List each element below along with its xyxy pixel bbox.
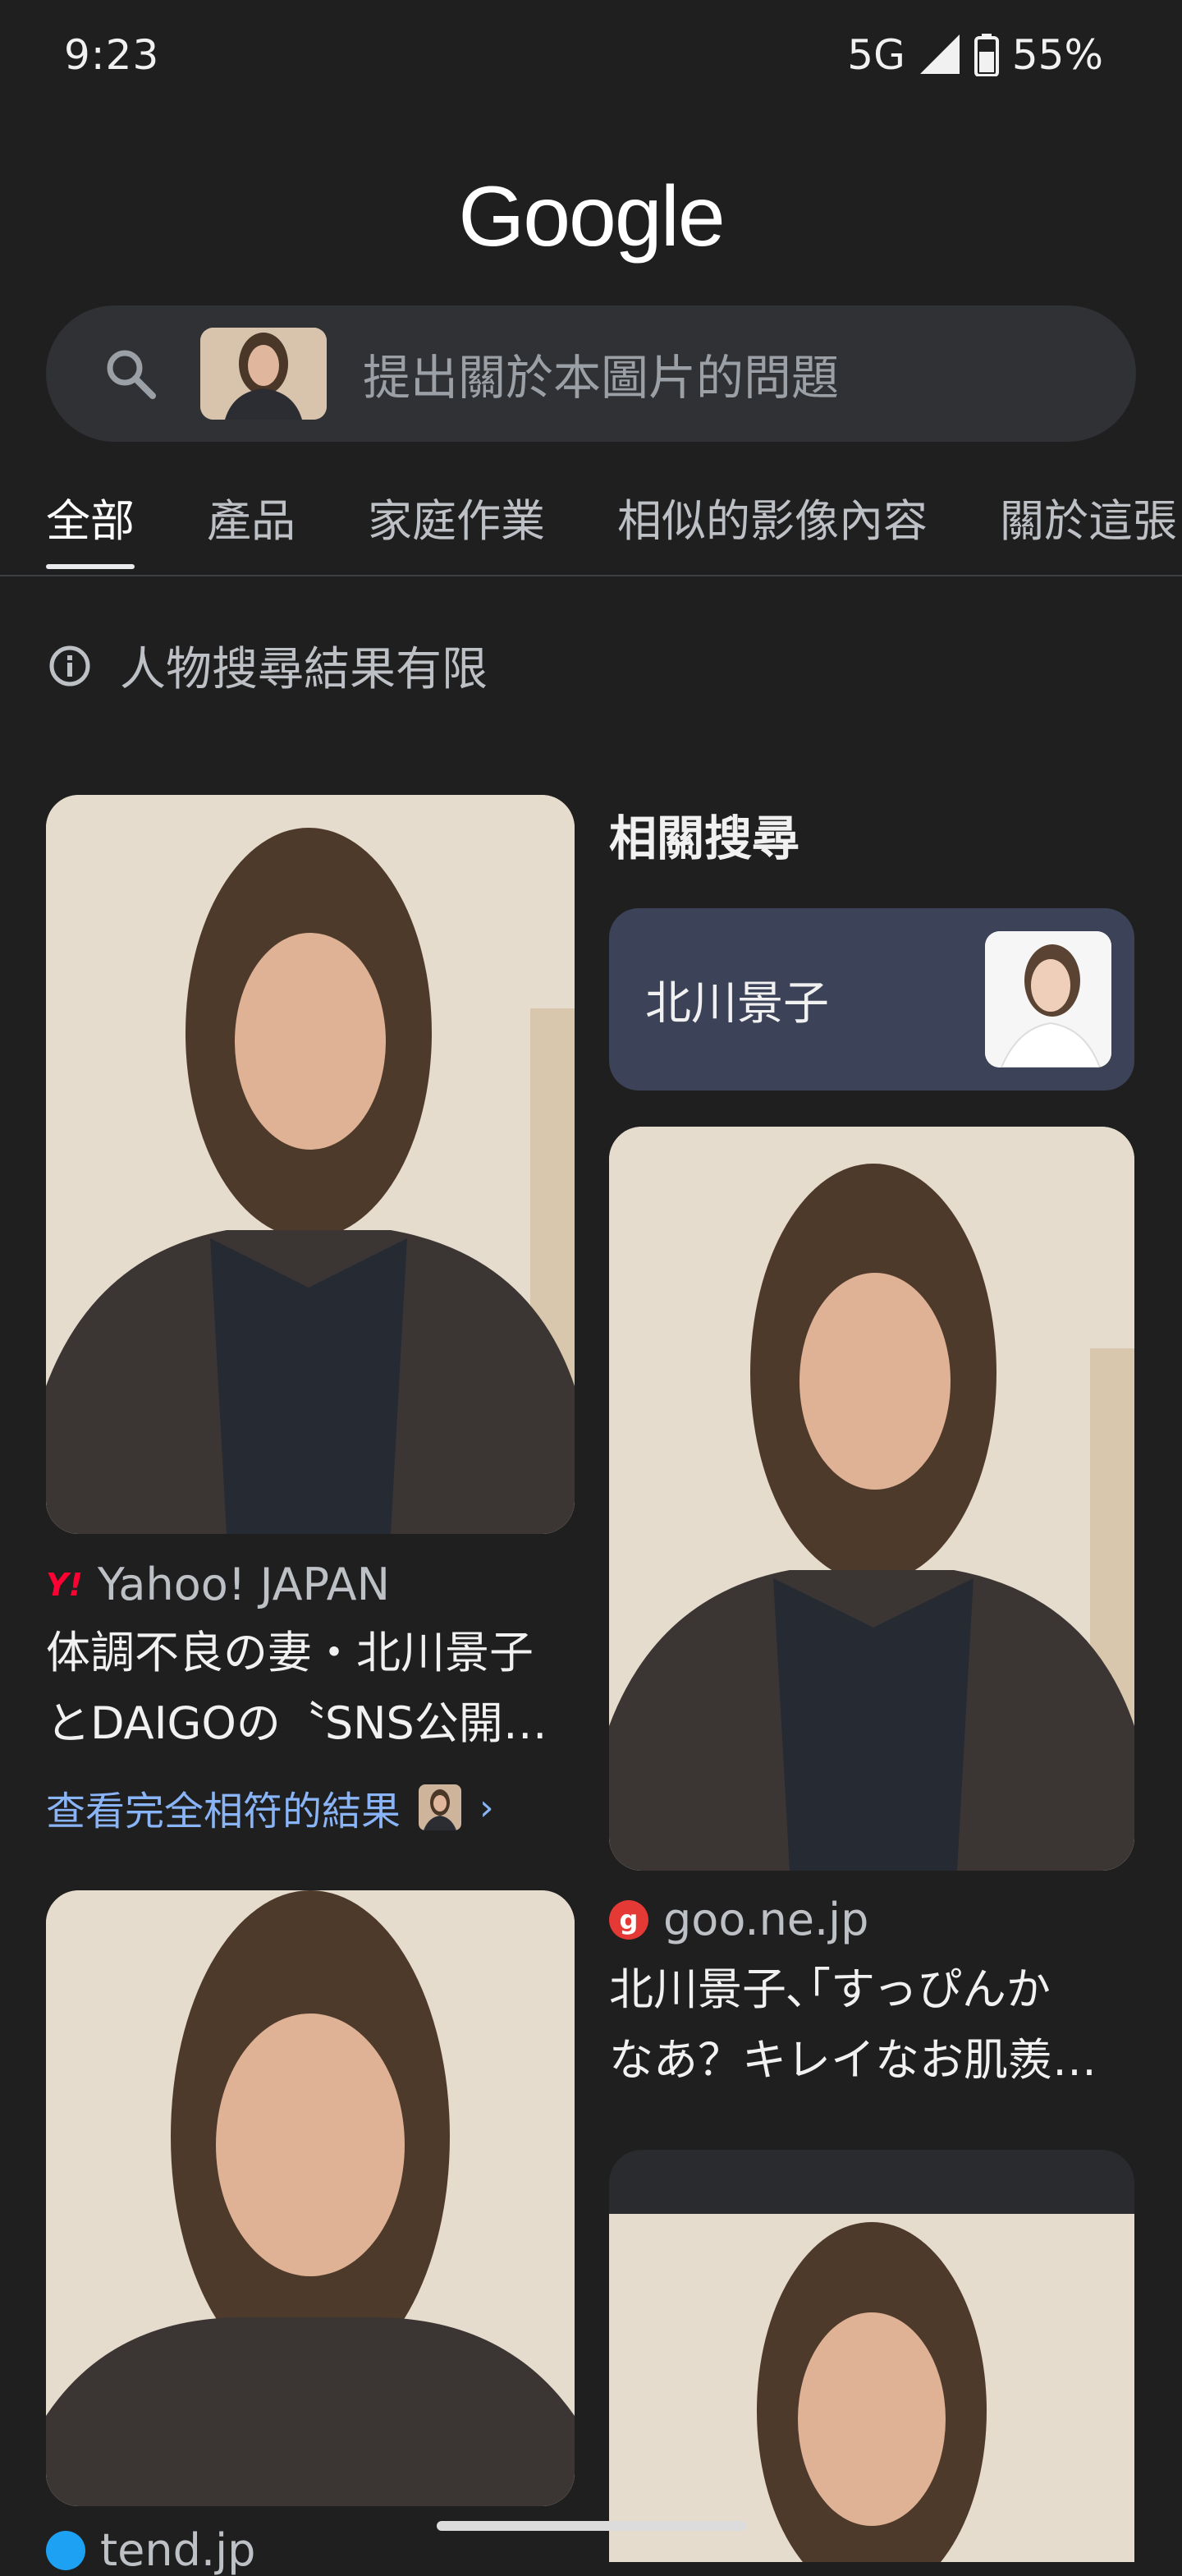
info-icon (49, 645, 90, 686)
title-line: 北川景子､｢すっぴんか (609, 1963, 1051, 2015)
tab-products[interactable]: 產品 (207, 484, 296, 567)
exact-match-label: 查看完全相符的結果 (46, 1789, 401, 1834)
search-icon[interactable] (103, 347, 158, 401)
result-image-4[interactable] (609, 2214, 1134, 2562)
tab-homework[interactable]: 家庭作業 (368, 484, 545, 567)
tab-bar: 全部 產品 家庭作業 相似的影像內容 關於這張 (46, 484, 1177, 569)
search-input[interactable]: 提出關於本圖片的問題 (363, 339, 839, 408)
home-indicator[interactable] (437, 2521, 747, 2531)
tab-visual-matches[interactable]: 相似的影像內容 (617, 484, 928, 567)
battery-icon (974, 34, 999, 76)
tab-about-image[interactable]: 關於這張 (1000, 484, 1177, 567)
result-card-4[interactable] (609, 2150, 1134, 2562)
tabs-divider (0, 575, 1182, 576)
yahoo-favicon-icon: Y! (46, 1566, 83, 1603)
tend-favicon-icon (46, 2530, 85, 2570)
result-source-3[interactable]: tend.jp (46, 2524, 255, 2576)
search-bar[interactable]: 提出關於本圖片的問題 (46, 305, 1136, 442)
title-line: 体調不良の妻・北川景子 (46, 1627, 534, 1678)
related-search-thumbnail (985, 931, 1111, 1068)
source-name: Yahoo! JAPAN (97, 1559, 390, 1610)
query-image-thumbnail[interactable] (200, 328, 327, 420)
limited-results-notice[interactable]: 人物搜尋結果有限 (48, 632, 488, 699)
exact-match-link[interactable]: 查看完全相符的結果 › (46, 1779, 494, 1836)
goo-favicon-icon: g (609, 1899, 648, 1940)
result-source-1[interactable]: Y! Yahoo! JAPAN (46, 1559, 390, 1610)
related-search-item[interactable]: 北川景子 (609, 908, 1134, 1091)
result-source-2[interactable]: g goo.ne.jp (609, 1894, 868, 1945)
status-indicators: 5G 55% (847, 31, 1103, 79)
title-line: とDAIGOの〝SNS公開… (46, 1697, 547, 1749)
match-thumbnail (419, 1784, 462, 1830)
related-search-label: 北川景子 (645, 976, 829, 1031)
result-title-2[interactable]: 北川景子､｢すっぴんか なあ？キレイなお肌羨… (609, 1954, 1143, 2096)
status-time: 9:23 (64, 31, 160, 79)
related-searches-heading: 相關搜尋 (609, 810, 800, 866)
notice-text: 人物搜尋結果有限 (120, 643, 488, 696)
source-name: tend.jp (100, 2524, 256, 2576)
chevron-right-icon: › (479, 1786, 494, 1829)
battery-level: 55% (1011, 31, 1103, 79)
google-logo[interactable]: Google (0, 168, 1182, 266)
tab-all[interactable]: 全部 (46, 484, 135, 569)
title-line: なあ？キレイなお肌羨… (609, 2034, 1097, 2086)
result-image-3[interactable] (46, 1890, 575, 2506)
network-label: 5G (847, 31, 905, 79)
result-image-2[interactable] (609, 1127, 1134, 1871)
result-title-1[interactable]: 体調不良の妻・北川景子 とDAIGOの〝SNS公開… (46, 1618, 580, 1759)
source-name: goo.ne.jp (663, 1894, 869, 1945)
signal-icon (919, 34, 961, 76)
result-image-1[interactable] (46, 795, 575, 1534)
